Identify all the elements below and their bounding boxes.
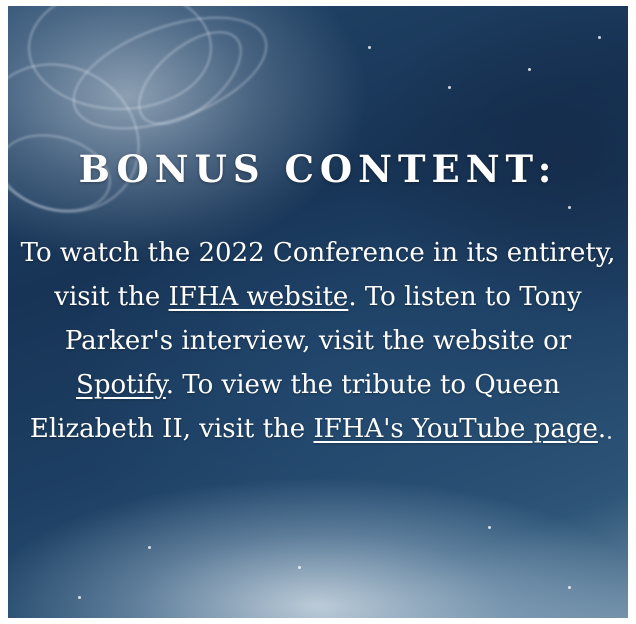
ifha-youtube-link[interactable]: IFHA's YouTube page [313,414,597,444]
spotify-link[interactable]: Spotify [76,370,166,400]
bonus-paragraph: To watch the 2022 Conference in its enti… [18,231,618,451]
content-area: BONUS CONTENT: To watch the 2022 Confere… [8,6,628,618]
ifha-website-link[interactable]: IFHA website [169,282,349,312]
bonus-content-card: BONUS CONTENT: To watch the 2022 Confere… [8,6,628,618]
page-title: BONUS CONTENT: [78,147,558,191]
paragraph-text: . [597,414,607,444]
